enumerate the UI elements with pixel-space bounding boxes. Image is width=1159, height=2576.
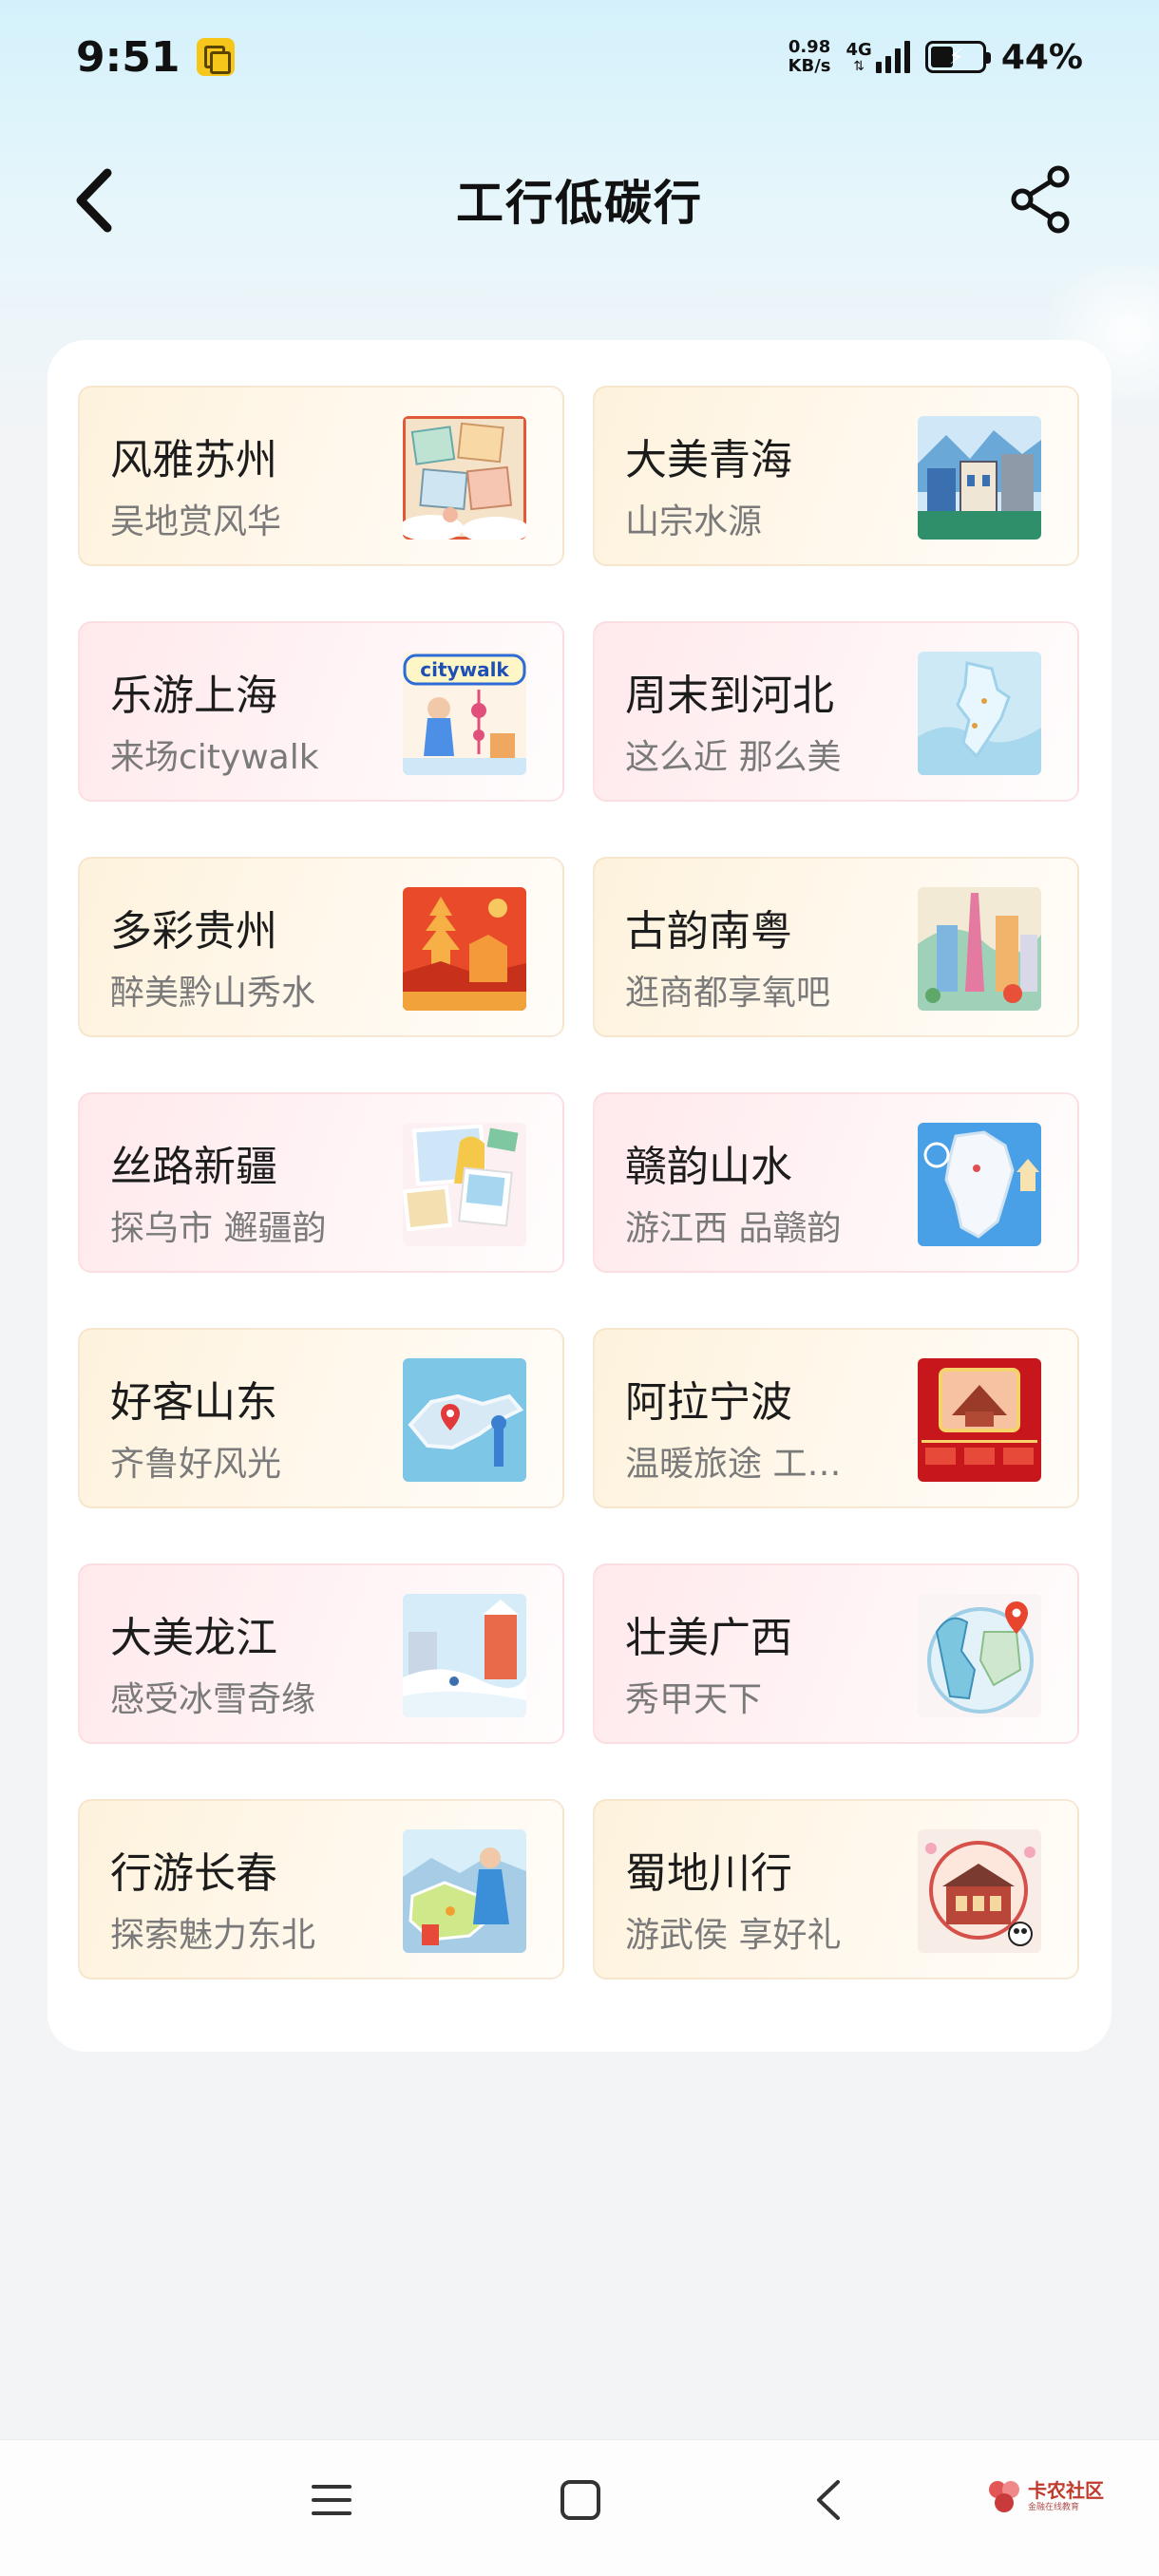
card-title: 大美青海 <box>625 436 792 484</box>
card-subtitle: 逛商都享氧吧 <box>625 974 831 1013</box>
destination-card-jiangxi[interactable]: 赣韵山水 游江西 品赣韵 <box>593 1092 1079 1273</box>
card-title: 蜀地川行 <box>625 1849 792 1898</box>
destination-card-shandong[interactable]: 好客山东 齐鲁好风光 <box>78 1328 564 1508</box>
suzhou-illustration <box>403 416 526 540</box>
card-title: 乐游上海 <box>110 672 277 720</box>
card-subtitle: 吴地赏风华 <box>110 502 282 541</box>
destination-card-suzhou[interactable]: 风雅苏州 吴地赏风华 <box>78 386 564 566</box>
card-subtitle: 温暖旅途 工… <box>625 1445 842 1484</box>
card-title: 多彩贵州 <box>110 907 277 956</box>
guangxi-map-illustration <box>918 1594 1041 1717</box>
destination-card-longjiang[interactable]: 大美龙江 感受冰雪奇缘 <box>78 1563 564 1744</box>
card-title: 壮美广西 <box>625 1614 792 1662</box>
xinjiang-illustration <box>403 1123 526 1246</box>
thumb-citywalk-text: citywalk <box>420 658 509 681</box>
data-arrows-icon: ⇅ <box>853 59 865 74</box>
destination-card-shanghai[interactable]: 乐游上海 来场citywalk citywalk <box>78 621 564 802</box>
back-button[interactable] <box>61 167 127 234</box>
card-title: 好客山东 <box>110 1378 277 1427</box>
menu-icon <box>312 2485 352 2515</box>
shanghai-illustration: citywalk <box>403 652 526 775</box>
kanong-watermark: 卡农社区 金融在线教育 <box>986 2478 1104 2514</box>
hebei-map-illustration <box>918 652 1041 775</box>
guizhou-illustration <box>403 887 526 1011</box>
status-indicators: 0.98 KB/s 4G ⇅ ⚡ 44% <box>788 38 1083 77</box>
card-subtitle: 这么近 那么美 <box>625 738 842 777</box>
card-subtitle: 醉美黔山秀水 <box>110 974 316 1013</box>
status-bar: 9:51 0.98 KB/s 4G ⇅ ⚡ 44% <box>0 0 1159 114</box>
watermark-sub-text: 金融在线教育 <box>1028 2502 1080 2512</box>
page-title: 工行低碳行 <box>456 176 703 231</box>
page-header: 工行低碳行 <box>0 142 1159 256</box>
network-speed: 0.98 KB/s <box>788 38 831 76</box>
card-subtitle: 山宗水源 <box>625 502 763 541</box>
destination-card-changchun[interactable]: 行游长春 探索魅力东北 <box>78 1799 564 1979</box>
card-title: 阿拉宁波 <box>625 1378 792 1427</box>
home-square-icon <box>560 2480 600 2520</box>
system-back-button[interactable] <box>808 2476 851 2524</box>
destination-card-xinjiang[interactable]: 丝路新疆 探乌市 邂疆韵 <box>78 1092 564 1273</box>
system-navigation-bar: 卡农社区 金融在线教育 <box>0 2439 1159 2576</box>
battery-icon: ⚡ <box>924 41 991 73</box>
notification-copy-icon <box>197 38 236 76</box>
back-triangle-icon <box>817 2480 840 2520</box>
card-subtitle: 探乌市 邂疆韵 <box>110 1209 327 1248</box>
signal-strength-icon <box>875 41 910 73</box>
card-subtitle: 游江西 品赣韵 <box>625 1209 842 1248</box>
share-icon <box>1011 165 1070 234</box>
battery-percent: 44% <box>1000 37 1083 77</box>
destination-card-ningbo[interactable]: 阿拉宁波 温暖旅途 工… <box>593 1328 1079 1508</box>
nanyue-illustration <box>918 887 1041 1011</box>
card-subtitle: 来场citywalk <box>110 738 319 777</box>
card-title: 丝路新疆 <box>110 1143 277 1191</box>
card-subtitle: 感受冰雪奇缘 <box>110 1680 316 1719</box>
network-type: 4G <box>846 40 872 60</box>
destination-card-hebei[interactable]: 周末到河北 这么近 那么美 <box>593 621 1079 802</box>
card-title: 古韵南粤 <box>625 907 792 956</box>
card-title: 赣韵山水 <box>625 1143 792 1191</box>
watermark-main-text: 卡农社区 <box>1028 2478 1104 2502</box>
card-title: 大美龙江 <box>110 1614 277 1662</box>
changchun-illustration <box>403 1829 526 1953</box>
card-title: 风雅苏州 <box>110 436 277 484</box>
chevron-left-icon <box>76 168 112 233</box>
kanong-logo-icon <box>989 2481 1019 2512</box>
card-title: 周末到河北 <box>625 672 834 720</box>
destination-card-nanyue[interactable]: 古韵南粤 逛商都享氧吧 <box>593 857 1079 1037</box>
longjiang-snow-illustration <box>403 1594 526 1717</box>
destination-card-guizhou[interactable]: 多彩贵州 醉美黔山秀水 <box>78 857 564 1037</box>
screen: 9:51 0.98 KB/s 4G ⇅ ⚡ 44% 工行低碳行 风雅苏州 吴地赏… <box>0 0 1159 2576</box>
shandong-map-illustration <box>403 1358 526 1482</box>
network-speed-value: 0.98 <box>788 37 831 57</box>
card-subtitle: 秀甲天下 <box>625 1680 763 1719</box>
recent-apps-button[interactable] <box>310 2478 353 2522</box>
cellular-indicator: 4G ⇅ <box>846 41 910 73</box>
status-time: 9:51 <box>76 32 180 82</box>
card-title: 行游长春 <box>110 1849 277 1898</box>
qinghai-illustration <box>918 416 1041 540</box>
destination-card-qinghai[interactable]: 大美青海 山宗水源 <box>593 386 1079 566</box>
home-button[interactable] <box>559 2478 602 2522</box>
card-subtitle: 游武侯 享好礼 <box>625 1916 842 1955</box>
destination-card-sichuan[interactable]: 蜀地川行 游武侯 享好礼 <box>593 1799 1079 1979</box>
share-button[interactable] <box>1005 163 1077 236</box>
card-subtitle: 齐鲁好风光 <box>110 1445 282 1484</box>
destination-card-guangxi[interactable]: 壮美广西 秀甲天下 <box>593 1563 1079 1744</box>
ningbo-illustration <box>918 1358 1041 1482</box>
sichuan-illustration <box>918 1829 1041 1953</box>
card-subtitle: 探索魅力东北 <box>110 1916 316 1955</box>
charging-bolt-icon: ⚡ <box>948 46 964 69</box>
network-speed-unit: KB/s <box>788 56 831 76</box>
destination-grid: 风雅苏州 吴地赏风华 大美青海 山宗水源 乐游上海 来场citywalk cit… <box>78 386 1081 1979</box>
jiangxi-map-illustration <box>918 1123 1041 1246</box>
